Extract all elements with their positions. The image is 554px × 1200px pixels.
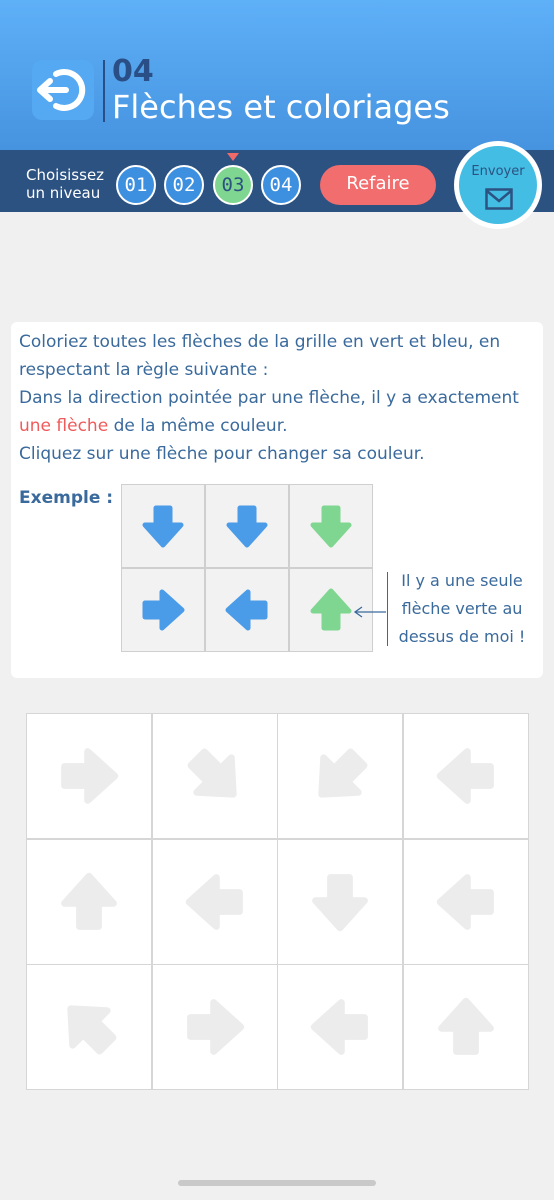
instructions-text: Coloriez toutes les flèches de la grille… [19,328,519,468]
grid-cell[interactable] [402,964,529,1090]
grid-cell[interactable] [151,713,278,839]
arrow-left-icon [436,748,494,804]
example-cell [205,568,289,652]
exercise-number: 04 [112,54,154,89]
example-grid [121,484,373,652]
level-button-04[interactable]: 04 [261,165,301,205]
arrow-right-icon [186,999,244,1055]
home-indicator [178,1180,376,1186]
arrow-down-icon [310,505,352,548]
grid-cell[interactable] [26,964,152,1090]
arrow-left-icon [436,873,494,930]
arrow-down-right-icon [187,748,237,798]
grid-cell[interactable] [151,838,278,965]
example-cell [121,484,205,568]
instruction-line: respectant la règle suivante : [19,360,269,380]
level-selector-label: Choisissez un niveau [26,166,116,202]
arrow-up-icon [310,588,352,631]
callout-line: dessus de moi ! [398,627,526,646]
level-label-line2: un niveau [26,184,101,202]
envelope-icon [485,188,513,210]
level-label-line1: Choisissez [26,166,105,184]
example-cell [205,484,289,568]
arrow-left-icon [225,589,268,631]
arrow-right-icon [142,589,185,631]
grid-cell[interactable] [26,838,152,965]
exit-arrow-icon [37,69,86,111]
callout-line: flèche verte au [401,599,523,618]
redo-button[interactable]: Refaire [320,165,436,205]
instruction-line: une flèche de la même couleur. [19,412,519,440]
grid-cell[interactable] [26,713,152,839]
grid-cell[interactable] [402,838,529,965]
send-button[interactable]: Envoyer [454,141,542,229]
title-separator [103,60,105,122]
page-title: Flèches et coloriages [112,88,450,126]
grid-cell[interactable] [277,964,403,1090]
callout-line: Il y a une seule [401,571,523,590]
example-callout: Il y a une seule flèche verte au dessus … [392,567,532,651]
grid-cell[interactable] [151,964,278,1090]
grid-cell[interactable] [277,713,403,839]
grid-cell[interactable] [402,713,529,839]
puzzle-grid [26,713,529,1090]
arrow-down-icon [312,873,368,931]
instruction-line: Cliquez sur une flèche pour changer sa c… [19,444,425,464]
arrow-up-icon [61,872,117,930]
send-label: Envoyer [471,164,525,179]
level-button-01[interactable]: 01 [116,165,156,205]
instruction-line-rest: de la même couleur. [108,416,288,436]
callout-bracket [387,572,388,646]
rule-highlight: une flèche [19,416,109,436]
arrow-down-icon [142,505,184,548]
selected-level-marker [227,153,239,161]
arrow-left-icon [310,999,368,1055]
level-button-03[interactable]: 03 [213,165,253,205]
example-label: Exemple : [19,488,114,508]
level-button-02[interactable]: 02 [164,165,204,205]
instruction-line: Dans la direction pointée par une flèche… [19,388,519,408]
grid-cell[interactable] [277,838,403,965]
arrow-up-icon [437,997,494,1055]
callout-pointer-icon [353,606,386,618]
arrow-down-icon [226,505,268,548]
arrow-left-icon [185,873,243,930]
instruction-line: Coloriez toutes les flèches de la grille… [19,332,501,352]
back-button[interactable] [32,60,94,120]
arrow-down-left-icon [318,748,368,798]
arrow-right-icon [61,748,119,804]
arrow-up-left-icon [67,1005,117,1055]
example-cell [121,568,205,652]
example-cell [289,484,373,568]
